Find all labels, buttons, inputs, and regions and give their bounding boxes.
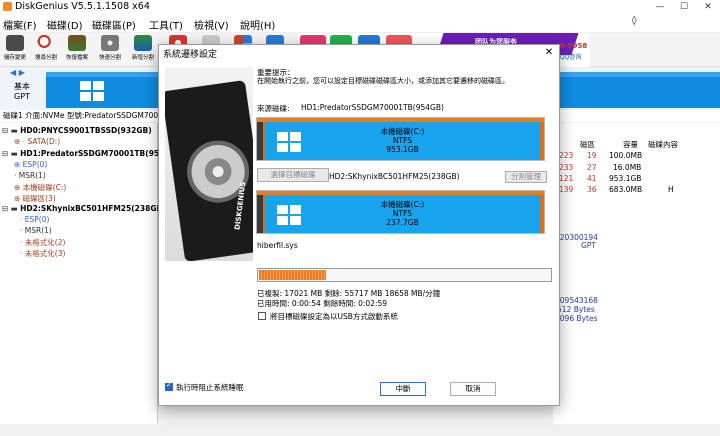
tree-item-unformatted-2[interactable]: · 未格式化(2)	[20, 237, 65, 248]
menu-bar: 檔案(F) 磁碟(D) 磁碟區(P) 工具(T) 檢視(V) 說明(H) ◊	[0, 14, 720, 32]
menu-view[interactable]: 檢視(V)	[194, 17, 229, 32]
usb-boot-checkbox[interactable]	[258, 312, 266, 320]
tree-item-local-c[interactable]: ⊕ 本機磁碟(C:)	[14, 182, 66, 193]
windows-icon	[80, 81, 104, 101]
interrupt-button[interactable]: 中斷	[380, 382, 426, 396]
menu-disk[interactable]: 磁碟(D)	[47, 17, 83, 32]
tree-item-unformatted-3[interactable]: · 未格式化(3)	[20, 248, 65, 259]
cell: 683.0MB	[609, 185, 643, 194]
tree-item-msr[interactable]: · MSR(1)	[14, 171, 46, 180]
tree-item-hd2[interactable]: ⊟ ▬ HD2:SKhynixBC501HFM25(238GB)	[2, 204, 166, 213]
source-part-fs: NTFS	[392, 136, 413, 145]
save-icon	[6, 35, 24, 51]
cell: 139	[559, 185, 574, 194]
source-disk: HD1:PredatorSSDGM70001TB(954GB)	[301, 103, 444, 112]
cell: 233	[559, 163, 574, 172]
prevent-sleep-label: 執行時阻止系統睡眠	[176, 383, 244, 392]
col-content[interactable]: 磁碟內容	[648, 139, 678, 150]
menu-tools[interactable]: 工具(T)	[149, 17, 183, 32]
menu-partition[interactable]: 磁碟區(P)	[92, 17, 136, 32]
col-capacity[interactable]: 容量	[623, 139, 638, 150]
cell: H	[668, 185, 674, 194]
target-part-name: 本機磁碟(C:)	[380, 200, 425, 209]
cell: 16.0MB	[613, 163, 642, 172]
save-changes-button[interactable]: 儲存變更	[0, 35, 30, 65]
cell: 100.0MB	[609, 151, 643, 160]
cancel-button[interactable]: 取消	[450, 382, 496, 396]
minimize-icon[interactable]: —	[648, 0, 672, 14]
menu-help[interactable]: 說明(H)	[240, 17, 275, 32]
dialog-close-icon[interactable]: ✕	[541, 45, 557, 61]
info-value: GPT	[581, 241, 596, 250]
time-stats: 已用時間: 0:00:54 剩餘時間: 0:02:59	[257, 299, 388, 308]
tree-item-hd0[interactable]: ⊟ ▬ HD0:PNYCS9001TBSSD(932GB)	[2, 126, 152, 135]
new-partition-icon	[134, 35, 152, 51]
info-value: 512 Bytes	[557, 305, 595, 314]
partition-table-pane: 磁區 容量 磁碟內容 223 19 100.0MB 233 27 16.0MB …	[553, 123, 720, 436]
target-disk: HD2:SKhynixBC501HFM25(238GB)	[329, 172, 460, 181]
prevent-sleep-checkbox[interactable]	[165, 381, 173, 391]
tree-item-hd2-msr[interactable]: · MSR(1)	[20, 226, 52, 235]
cell: 36	[587, 185, 597, 194]
tree-item-hd2-esp[interactable]: · ESP(0)	[20, 215, 49, 224]
cell: 121	[559, 174, 574, 183]
system-migration-dialog: 系統遷移設定 ✕ DISKGENIUS 重要提示： 在開始執行之前，您可以設定目…	[158, 44, 560, 406]
bell-icon[interactable]: ◊	[632, 16, 636, 26]
info-value: 4096 Bytes	[555, 314, 598, 323]
target-part-size: 237.7GB	[386, 218, 419, 227]
notice-body: 在開始執行之前，您可以設定目標磁碟磁碟區大小，或添加其它要遷移的磁碟區。	[257, 77, 509, 85]
cell: 27	[587, 163, 597, 172]
col-sector[interactable]: 磁區	[580, 139, 595, 150]
tree-item-sata[interactable]: ⊕ · SATA(D:)	[14, 137, 60, 146]
close-icon[interactable]: ✕	[696, 0, 720, 14]
title-bar: DiskGenius V5.5.1.1508 x64 — ☐ ✕	[0, 0, 720, 14]
new-partition-button[interactable]: 新增分割	[128, 35, 158, 65]
menu-file[interactable]: 檔案(F)	[3, 17, 37, 32]
quick-partition-button[interactable]: 快速分割	[95, 35, 125, 65]
cell: 41	[587, 174, 597, 183]
disk-type-label: 基本 GPT	[14, 82, 30, 101]
tree-item-hd1[interactable]: ⊟ ▬ HD1:PredatorSSDGM70001TB(954GB	[2, 149, 176, 158]
source-part-size: 953.1GB	[386, 145, 419, 154]
info-value: 209543168	[555, 296, 598, 305]
disk-tree: ⊟ ▬ HD0:PNYCS9001TBSSD(932GB) ⊕ · SATA(D…	[0, 123, 176, 436]
maximize-icon[interactable]: ☐	[672, 0, 696, 14]
usb-boot-label: 將目標磁碟設定為以USB方式啟動系統	[270, 312, 398, 321]
status-bar	[0, 424, 720, 436]
cell: 223	[559, 151, 574, 160]
ad-phone: 8-9958	[560, 42, 588, 50]
app-icon	[3, 2, 12, 11]
migration-progress-bar	[257, 268, 552, 282]
recover-files-button[interactable]: 恢復檔案	[62, 35, 92, 65]
partition-management-button[interactable]: 分割管理	[505, 171, 547, 183]
target-partition-map[interactable]: 本機磁碟(C:) NTFS 237.7GB	[256, 190, 545, 234]
target-part-fs: NTFS	[392, 209, 413, 218]
source-part-name: 本機磁碟(C:)	[380, 127, 425, 136]
ad-qq[interactable]: IQQ咨询	[558, 52, 581, 61]
dialog-title: 系統遷移設定	[163, 50, 218, 60]
recover-icon	[68, 35, 86, 51]
tree-item-volume3[interactable]: ⊕ 磁碟區(3)	[14, 193, 56, 204]
source-label: 來源磁碟:	[257, 104, 290, 113]
app-title: DiskGenius V5.5.1.1508 x64	[15, 1, 150, 12]
current-file: hiberfil.sys	[257, 241, 298, 250]
diskgenius-hdd-illustration: DISKGENIUS	[165, 67, 253, 261]
search-partition-button[interactable]: 搜尋分割	[31, 35, 61, 65]
source-partition-map[interactable]: 本機磁碟(C:) NTFS 953.1GB	[256, 117, 545, 161]
cell: 19	[587, 151, 597, 160]
cell: 953.1GB	[609, 174, 642, 183]
progress-fill	[259, 270, 326, 280]
tree-item-esp[interactable]: ⊕ ESP(0)	[14, 160, 47, 169]
disk-icon	[101, 35, 119, 51]
select-target-disk-button[interactable]: 選擇目標磁碟	[257, 168, 329, 182]
search-icon	[37, 35, 55, 51]
